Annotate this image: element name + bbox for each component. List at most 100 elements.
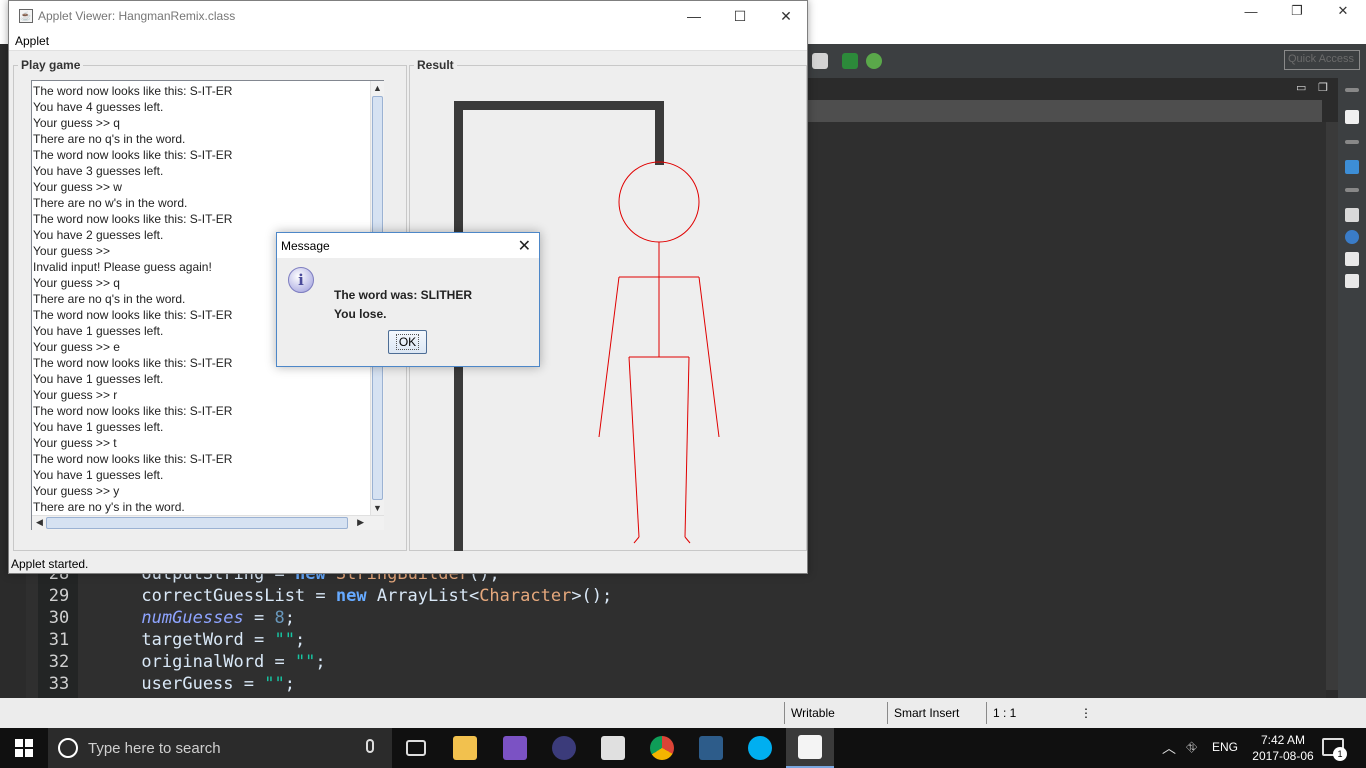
restore-icon[interactable] (1345, 140, 1359, 144)
clock-time: 7:42 AM (1260, 733, 1306, 747)
show-hidden-icons-icon[interactable]: ︿ (1162, 738, 1176, 758)
declaration-icon[interactable] (1345, 252, 1359, 266)
log-line: You have 1 guesses left. (33, 468, 164, 482)
hangman-figure (598, 161, 720, 544)
eclipse-restore-button[interactable]: ❐ (1274, 0, 1320, 22)
log-line: The word now looks like this: S-IT-ER (33, 84, 233, 98)
log-line: The word now looks like this: S-IT-ER (33, 452, 233, 466)
visual-studio-button[interactable] (491, 728, 539, 768)
toolbar-run-icon[interactable] (842, 53, 858, 69)
dialog-close-icon[interactable]: ✕ (518, 236, 531, 256)
hangman-head (618, 161, 700, 243)
view-minimize-icon[interactable]: ▭ (1296, 81, 1306, 94)
applet-status-text: Applet started. (11, 557, 89, 571)
task-list-icon[interactable] (1345, 110, 1359, 124)
scroll-right-icon[interactable]: ▶ (357, 517, 364, 528)
start-button[interactable] (0, 728, 48, 768)
log-line: Your guess >> y (33, 484, 120, 498)
applet-titlebar[interactable]: ☕ Applet Viewer: HangmanRemix.class — ☐ … (9, 1, 807, 31)
restore-icon[interactable] (1345, 88, 1359, 92)
java-icon (798, 735, 822, 759)
applet-menu[interactable]: Applet (15, 34, 49, 48)
mysql-workbench-button[interactable] (687, 728, 735, 768)
toolbar-debug-icon[interactable] (866, 53, 882, 69)
code-line: 32 originalWord = ""; (48, 652, 326, 672)
log-line: There are no q's in the word. (33, 132, 186, 146)
log-line: Your guess >> r (33, 388, 118, 402)
code-line: 33 userGuess = ""; (48, 674, 295, 694)
dialog-message-line: You lose. (334, 307, 387, 321)
scroll-down-icon[interactable]: ▼ (373, 503, 382, 513)
log-line: Your guess >> q (33, 116, 120, 130)
ok-button[interactable]: OK (388, 330, 427, 354)
code-line: 30 numGuesses = 8; (48, 608, 295, 628)
windows-taskbar: Type here to search ︿ ⛗ ENG 7:42 AM 2017… (0, 728, 1366, 768)
eclipse-button[interactable] (540, 728, 588, 768)
ok-button-label: OK (395, 334, 420, 350)
dialog-message-line: The word was: SLITHER (334, 288, 473, 302)
dialog-titlebar[interactable]: Message ✕ (277, 233, 539, 258)
windows-logo-icon (15, 739, 33, 757)
restore-icon[interactable] (1345, 188, 1359, 192)
visual-studio-icon (503, 736, 527, 760)
scroll-thumb[interactable] (46, 517, 348, 529)
eclipse-minimize-button[interactable]: — (1228, 0, 1274, 22)
skype-button[interactable] (736, 728, 784, 768)
input-language[interactable]: ENG (1212, 740, 1238, 754)
java-icon: ☕ (19, 9, 33, 23)
editor-tab-strip (808, 100, 1322, 122)
status-writable: Writable (791, 706, 835, 720)
log-horizontal-scrollbar[interactable]: ◀ ▶ (32, 515, 384, 530)
status-cursor-position: 1 : 1 (993, 706, 1017, 720)
log-line: Your guess >> w (33, 180, 122, 194)
hangman-left-arm (598, 276, 620, 438)
eclipse-close-button[interactable]: ✕ (1320, 0, 1366, 22)
clock[interactable]: 7:42 AM 2017-08-06 (1250, 732, 1316, 764)
eclipse-window-controls: — ❐ ✕ (1228, 0, 1366, 24)
message-dialog: Message ✕ i The word was: SLITHER You lo… (276, 232, 540, 367)
chrome-button[interactable] (638, 728, 686, 768)
quick-access-input[interactable]: Quick Access (1284, 50, 1360, 70)
toolbar-grid-icon[interactable] (812, 53, 828, 69)
code-line: 29 correctGuessList = new ArrayList<Char… (48, 586, 613, 606)
skype-icon (748, 736, 772, 760)
taskbar-search-input[interactable]: Type here to search (88, 740, 221, 757)
java-applet-button[interactable] (786, 728, 834, 768)
applet-minimize-button[interactable]: — (671, 1, 717, 31)
log-line: The word now looks like this: S-IT-ER (33, 404, 233, 418)
chrome-icon (650, 736, 674, 760)
task-view-icon (406, 740, 426, 756)
calculator-button[interactable] (589, 728, 637, 768)
applet-close-button[interactable]: ✕ (763, 1, 809, 31)
log-line: You have 1 guesses left. (33, 372, 164, 386)
console-icon[interactable] (1345, 274, 1359, 288)
editor-scrollbar[interactable] (1326, 122, 1338, 690)
hangman-left-leg (628, 356, 640, 538)
network-icon[interactable]: ⛗ (1186, 739, 1197, 756)
eclipse-right-trim (1338, 78, 1366, 698)
gallows-beam (454, 101, 664, 110)
eclipse-status-bar: Writable Smart Insert 1 : 1 ⋮ (0, 698, 1366, 728)
javadoc-icon[interactable] (1345, 230, 1359, 244)
taskbar-search-box[interactable]: Type here to search (48, 728, 392, 768)
file-explorer-button[interactable] (441, 728, 489, 768)
log-line: The word now looks like this: S-IT-ER (33, 148, 233, 162)
applet-window-title: Applet Viewer: HangmanRemix.class (38, 9, 236, 23)
scroll-up-icon[interactable]: ▲ (373, 83, 382, 93)
folder-icon (453, 736, 477, 760)
log-line: There are no w's in the word. (33, 196, 188, 210)
task-view-button[interactable] (392, 728, 440, 768)
code-line: 31 targetWord = ""; (48, 630, 306, 650)
view-maximize-icon[interactable]: ❐ (1318, 81, 1328, 94)
status-more-icon[interactable]: ⋮ (1074, 702, 1092, 724)
dialog-title: Message (281, 239, 330, 253)
scroll-left-icon[interactable]: ◀ (36, 517, 43, 528)
microphone-icon[interactable] (366, 739, 374, 753)
log-line: You have 3 guesses left. (33, 164, 164, 178)
hangman-left-foot (633, 536, 640, 544)
hierarchy-icon[interactable] (1345, 160, 1359, 174)
calculator-icon (601, 736, 625, 760)
applet-maximize-button[interactable]: ☐ (717, 1, 763, 31)
problems-icon[interactable] (1345, 208, 1359, 222)
hangman-right-foot (684, 536, 691, 544)
